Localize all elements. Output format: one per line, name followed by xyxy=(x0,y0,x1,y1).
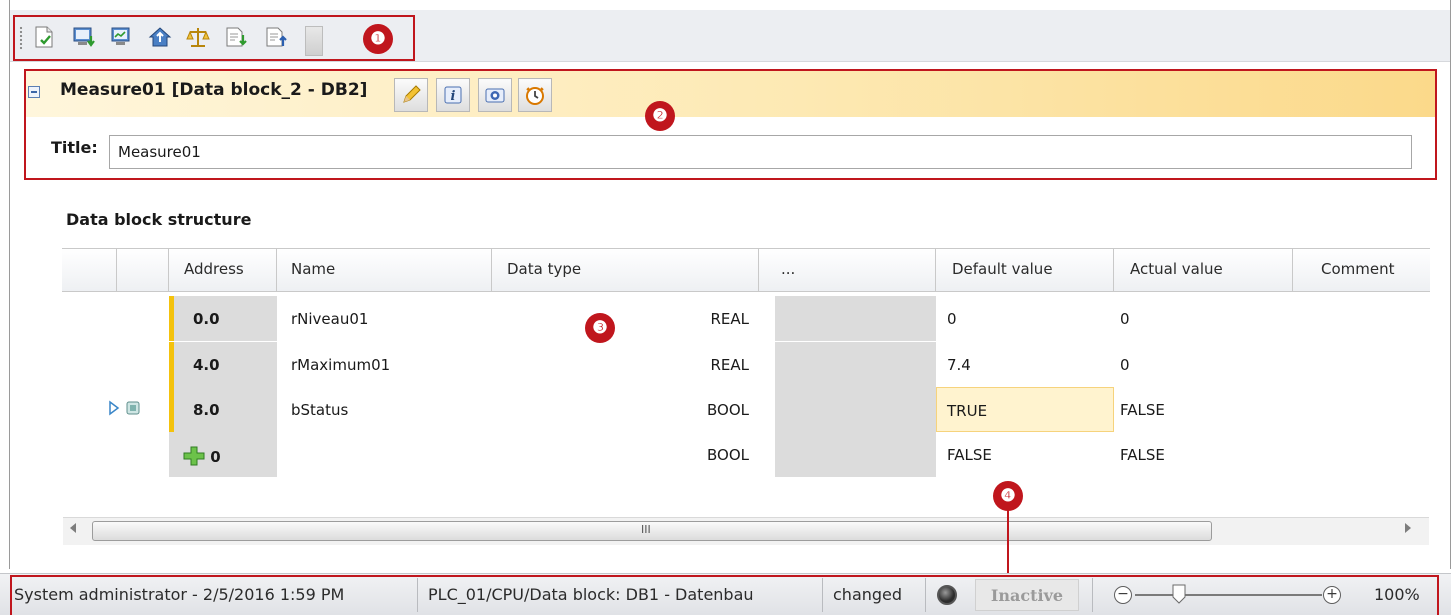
default-value-cell[interactable]: TRUE xyxy=(936,387,1114,432)
header-more[interactable]: ... xyxy=(759,248,936,292)
address-cell: 4.0 xyxy=(169,342,277,387)
title-label: Title: xyxy=(51,138,98,157)
collapse-icon[interactable] xyxy=(28,86,40,98)
toolbar-grip[interactable] xyxy=(19,26,23,50)
zoom-slider-track[interactable] xyxy=(1135,594,1322,596)
struct-element-icon xyxy=(126,387,144,432)
document-export-icon[interactable] xyxy=(262,22,290,52)
header-address[interactable]: Address xyxy=(169,248,277,292)
scroll-left-arrow-icon[interactable] xyxy=(70,523,76,533)
add-row-plus-icon[interactable] xyxy=(183,446,205,466)
status-changed: changed xyxy=(833,585,903,604)
zoom-in-icon[interactable]: + xyxy=(1323,586,1341,604)
scroll-right-arrow-icon[interactable] xyxy=(1405,523,1411,533)
callout-4-line xyxy=(1007,508,1009,574)
checkin-document-icon[interactable] xyxy=(30,22,58,52)
callout-2-badge: ❷ xyxy=(645,101,675,131)
callout-3-badge: ❸ xyxy=(585,313,615,343)
name-cell[interactable]: rMaximum01 xyxy=(291,342,491,387)
callout-1-badge: ❶ xyxy=(363,24,393,54)
block-title: Measure01 [Data block_2 - DB2] xyxy=(60,80,368,100)
address-value: 0 xyxy=(210,448,221,466)
header-comment[interactable]: Comment xyxy=(1293,248,1430,292)
timestamp-clock-icon[interactable] xyxy=(518,78,552,112)
extra-cell xyxy=(775,432,936,477)
header-default-value[interactable]: Default value xyxy=(936,248,1114,292)
svg-text:i: i xyxy=(451,89,456,104)
status-divider xyxy=(417,578,418,612)
address-cell: 8.0 xyxy=(169,387,277,432)
compare-scale-icon[interactable] xyxy=(184,22,212,52)
address-cell: 0.0 xyxy=(169,296,277,341)
address-cell: 0 xyxy=(169,432,277,477)
default-value-cell[interactable]: FALSE xyxy=(947,432,1117,477)
title-input[interactable]: Measure01 xyxy=(109,135,1412,169)
expand-arrow-icon[interactable] xyxy=(108,387,124,432)
extra-cell xyxy=(775,296,936,341)
header-data-type[interactable]: Data type xyxy=(492,248,759,292)
data-type-cell[interactable]: BOOL xyxy=(492,432,759,477)
default-value-cell[interactable]: 0 xyxy=(947,296,1117,341)
status-divider xyxy=(925,578,926,612)
extra-cell xyxy=(775,342,936,387)
toolbar-overflow-button[interactable] xyxy=(305,26,323,56)
monitor-upload-icon[interactable] xyxy=(108,22,136,52)
address-value: 8.0 xyxy=(193,401,220,419)
name-cell[interactable]: rNiveau01 xyxy=(291,296,491,341)
address-value: 4.0 xyxy=(193,356,220,374)
data-type-cell[interactable]: REAL xyxy=(492,296,759,341)
info-icon[interactable]: i xyxy=(436,78,470,112)
callout-4-badge: ❹ xyxy=(993,481,1023,511)
status-divider xyxy=(1092,578,1093,612)
name-cell[interactable] xyxy=(291,432,491,477)
edit-pencil-icon[interactable] xyxy=(394,78,428,112)
table-row[interactable]: 8.0 bStatus BOOL TRUE FALSE xyxy=(62,387,1430,432)
data-type-cell[interactable]: REAL xyxy=(492,342,759,387)
online-status-led-icon xyxy=(937,585,957,605)
zoom-out-icon[interactable]: − xyxy=(1114,586,1132,604)
zoom-level: 100% xyxy=(1374,585,1420,604)
status-object-path: PLC_01/CPU/Data block: DB1 - Datenbau xyxy=(428,585,754,604)
name-cell[interactable]: bStatus xyxy=(291,387,491,432)
status-divider xyxy=(822,578,823,612)
inactive-mode-button[interactable]: Inactive xyxy=(975,579,1079,611)
header-icon-col xyxy=(117,248,169,292)
actual-value-cell: 0 xyxy=(1120,356,1130,374)
extra-cell xyxy=(775,387,936,432)
actual-value-cell: FALSE xyxy=(1120,401,1165,419)
zoom-slider-thumb[interactable] xyxy=(1172,584,1186,604)
document-import-icon[interactable] xyxy=(222,22,250,52)
actual-value-cell: 0 xyxy=(1120,310,1130,328)
monitor-download-icon[interactable] xyxy=(70,22,98,52)
status-user-time: System administrator - 2/5/2016 1:59 PM xyxy=(14,585,345,604)
default-value-cell[interactable]: 7.4 xyxy=(947,342,1117,387)
header-actual-value[interactable]: Actual value xyxy=(1114,248,1293,292)
actual-value-cell: FALSE xyxy=(1120,446,1165,464)
data-type-cell[interactable]: BOOL xyxy=(492,387,759,432)
header-name[interactable]: Name xyxy=(277,248,492,292)
table-row[interactable]: 4.0 rMaximum01 REAL 7.4 0 xyxy=(62,342,1430,387)
table-row[interactable]: 0 BOOL FALSE FALSE xyxy=(62,432,1430,477)
table-row[interactable]: 0.0 rNiveau01 REAL 0 0 xyxy=(62,296,1430,341)
house-upload-icon[interactable] xyxy=(146,22,174,52)
help-icon[interactable] xyxy=(478,78,512,112)
header-expand-col xyxy=(62,248,117,292)
scrollbar-grip: III xyxy=(641,523,651,536)
address-value: 0.0 xyxy=(193,310,220,328)
section-title: Data block structure xyxy=(66,210,252,229)
